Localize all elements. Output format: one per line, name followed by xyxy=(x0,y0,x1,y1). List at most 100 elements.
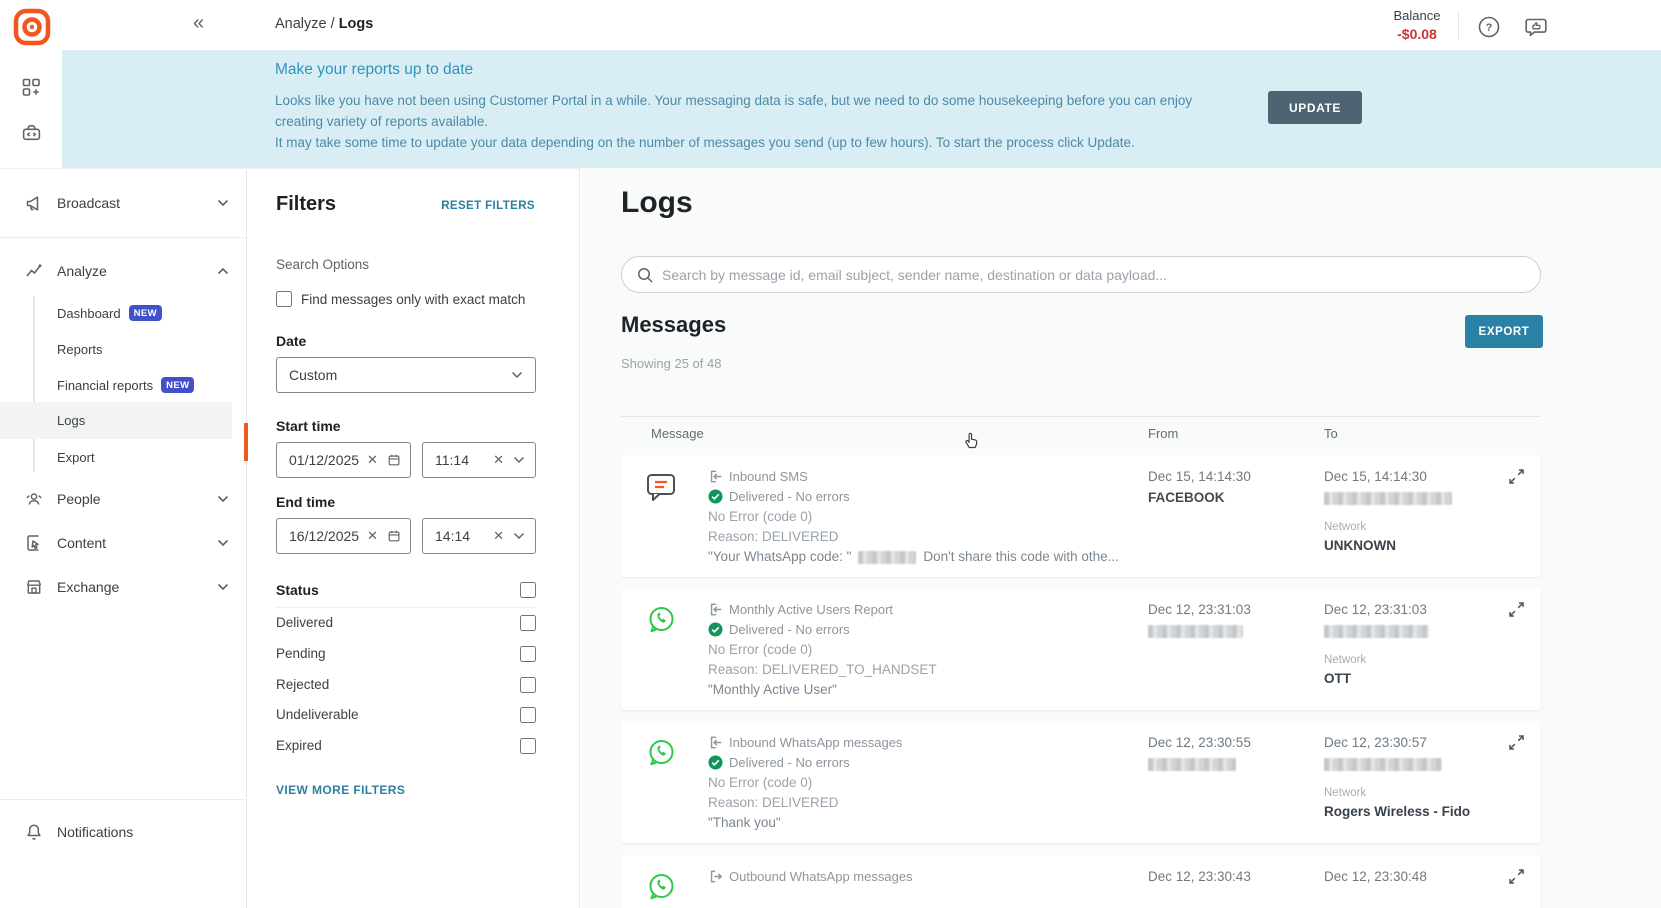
status-filter-group: Status xyxy=(276,581,536,598)
calendar-icon[interactable] xyxy=(387,452,401,468)
status-option-label: Pending xyxy=(276,646,326,661)
status-all-checkbox[interactable] xyxy=(520,582,536,598)
end-time-label: End time xyxy=(276,494,335,510)
date-range-value: Custom xyxy=(289,367,511,383)
clear-icon[interactable]: ✕ xyxy=(493,452,504,468)
table-row[interactable]: Outbound WhatsApp messages Dec 12, 23:30… xyxy=(621,855,1541,908)
to-timestamp: Dec 15, 14:14:30 xyxy=(1324,469,1427,484)
preview-text: "Your WhatsApp code: " xyxy=(708,549,851,564)
end-date-value[interactable] xyxy=(289,528,367,544)
selected-item-indicator xyxy=(244,423,248,461)
start-clock-value[interactable] xyxy=(435,452,493,468)
status-option-label: Delivered xyxy=(276,615,333,630)
from-timestamp: Dec 15, 14:14:30 xyxy=(1148,469,1251,484)
sidebar-item-dashboard[interactable]: Dashboard NEW xyxy=(0,296,232,330)
message-preview: "Monthly Active User" xyxy=(708,682,837,697)
redacted-destination xyxy=(1324,492,1452,505)
message-reason: Reason: DELIVERED xyxy=(708,529,839,544)
sidebar-item-export[interactable]: Export xyxy=(0,440,232,474)
message-type: Inbound SMS xyxy=(729,469,808,484)
reset-filters-button[interactable]: RESET FILTERS xyxy=(441,200,535,212)
breadcrumb-section[interactable]: Analyze xyxy=(275,16,327,32)
sidebar-item-people[interactable]: People xyxy=(0,477,247,520)
message-type: Inbound WhatsApp messages xyxy=(729,735,902,750)
chevron-down-icon xyxy=(217,583,229,591)
developer-tools-icon[interactable] xyxy=(21,122,42,143)
expand-icon[interactable] xyxy=(1508,868,1525,885)
end-date-input[interactable]: ✕ xyxy=(276,518,411,554)
sidebar-collapse-icon[interactable]: « xyxy=(193,12,204,35)
status-divider xyxy=(276,607,536,608)
sidebar-item-logs[interactable]: Logs xyxy=(0,402,232,439)
calendar-icon[interactable] xyxy=(387,528,401,544)
content-frame-icon xyxy=(24,533,44,553)
sidebar-item-exchange[interactable]: Exchange xyxy=(0,565,247,608)
pending-checkbox[interactable] xyxy=(520,646,536,662)
column-header-to: To xyxy=(1324,426,1338,441)
rejected-checkbox[interactable] xyxy=(520,677,536,693)
start-date-input[interactable]: ✕ xyxy=(276,442,411,478)
sidebar-item-financial-reports[interactable]: Financial reports NEW xyxy=(0,368,232,402)
network-value: Rogers Wireless - Fido xyxy=(1324,804,1470,819)
bell-icon xyxy=(24,822,44,842)
search-input[interactable] xyxy=(662,267,1540,283)
app-window: « Analyze / Logs Balance -$0.08 ? Make y… xyxy=(0,0,1661,908)
end-clock-input[interactable]: ✕ xyxy=(422,518,536,554)
new-badge: NEW xyxy=(161,377,194,393)
sidebar-item-broadcast[interactable]: Broadcast xyxy=(0,181,247,224)
chevron-down-icon xyxy=(513,532,525,540)
clear-icon[interactable]: ✕ xyxy=(493,528,504,544)
apps-grid-icon[interactable] xyxy=(21,77,42,98)
sidebar-item-notifications[interactable]: Notifications xyxy=(0,810,247,853)
sidebar-item-analyze[interactable]: Analyze xyxy=(0,249,247,292)
delivered-checkbox[interactable] xyxy=(520,615,536,631)
banner-text-line1: Looks like you have not been using Custo… xyxy=(275,93,1192,108)
table-row[interactable]: Monthly Active Users Report Delivered - … xyxy=(621,588,1541,710)
exact-match-checkbox[interactable] xyxy=(276,291,292,307)
redacted-text xyxy=(858,551,916,564)
brand-logo-icon[interactable] xyxy=(13,8,51,46)
column-header-message: Message xyxy=(651,426,704,441)
undeliverable-checkbox[interactable] xyxy=(520,707,536,723)
to-timestamp: Dec 12, 23:30:57 xyxy=(1324,735,1427,750)
clear-icon[interactable]: ✕ xyxy=(367,528,378,544)
sidebar-label-notifications: Notifications xyxy=(57,824,133,840)
sidebar-divider xyxy=(0,799,247,800)
message-status: Delivered - No errors xyxy=(729,489,850,504)
from-timestamp: Dec 12, 23:30:43 xyxy=(1148,869,1251,884)
breadcrumb-page: Logs xyxy=(339,16,374,32)
feedback-icon[interactable] xyxy=(1523,15,1549,39)
redacted-sender xyxy=(1148,625,1243,638)
svg-text:?: ? xyxy=(1486,22,1493,34)
storefront-icon xyxy=(24,577,44,597)
expired-checkbox[interactable] xyxy=(520,738,536,754)
delivered-check-icon xyxy=(708,622,723,637)
expand-icon[interactable] xyxy=(1508,601,1525,618)
whatsapp-channel-icon xyxy=(645,737,677,769)
search-options-label: Search Options xyxy=(276,257,369,272)
expand-icon[interactable] xyxy=(1508,734,1525,751)
sidebar-item-content[interactable]: Content xyxy=(0,521,247,564)
table-row[interactable]: Inbound SMS Delivered - No errors No Err… xyxy=(621,455,1541,577)
banner-text-line3: It may take some time to update your dat… xyxy=(275,135,1135,150)
end-clock-value[interactable] xyxy=(435,528,493,544)
start-time-label: Start time xyxy=(276,418,341,434)
account-balance: Balance -$0.08 xyxy=(1381,8,1453,42)
export-button[interactable]: EXPORT xyxy=(1465,315,1543,348)
chevron-down-icon xyxy=(217,495,229,503)
sidebar-item-reports[interactable]: Reports xyxy=(0,332,232,366)
start-clock-input[interactable]: ✕ xyxy=(422,442,536,478)
update-button[interactable]: UPDATE xyxy=(1268,91,1362,124)
message-status: Delivered - No errors xyxy=(729,622,850,637)
results-count: Showing 25 of 48 xyxy=(621,356,721,371)
start-date-value[interactable] xyxy=(289,452,367,468)
line-chart-icon xyxy=(24,261,44,281)
breadcrumb-separator: / xyxy=(327,16,339,32)
table-row[interactable]: Inbound WhatsApp messages Delivered - No… xyxy=(621,721,1541,843)
date-range-select[interactable]: Custom xyxy=(276,357,536,393)
view-more-filters-link[interactable]: VIEW MORE FILTERS xyxy=(276,783,405,797)
clear-icon[interactable]: ✕ xyxy=(367,452,378,468)
expand-icon[interactable] xyxy=(1508,468,1525,485)
help-icon[interactable]: ? xyxy=(1477,15,1501,39)
outbound-icon xyxy=(708,869,723,884)
